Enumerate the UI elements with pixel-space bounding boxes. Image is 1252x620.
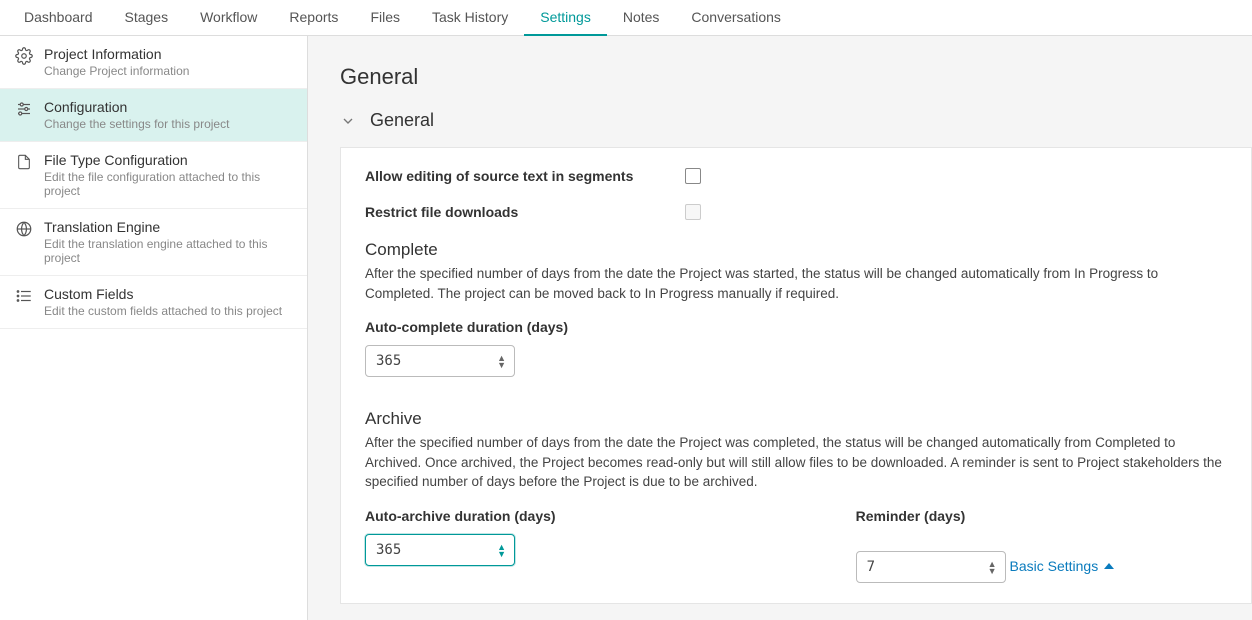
sidebar-item-custom-fields[interactable]: Custom Fields Edit the custom fields att…	[0, 276, 307, 329]
row-restrict-downloads: Restrict file downloads	[365, 204, 1227, 220]
restrict-downloads-label: Restrict file downloads	[365, 204, 685, 220]
archive-description: After the specified number of days from …	[365, 433, 1227, 492]
globe-icon	[12, 220, 36, 238]
reminder-days-value: 7	[867, 559, 875, 575]
settings-sidebar: Project Information Change Project infor…	[0, 36, 308, 620]
page-title: General	[340, 64, 1252, 90]
auto-complete-duration-value: 365	[376, 353, 401, 369]
spinner-arrows-icon[interactable]: ▲▼	[497, 354, 506, 368]
chevron-down-icon	[340, 113, 356, 129]
tab-settings[interactable]: Settings	[524, 0, 607, 36]
section-header-general[interactable]: General	[340, 110, 1252, 131]
auto-complete-duration-input[interactable]: 365 ▲▼	[365, 345, 515, 377]
sidebar-item-title: Translation Engine	[44, 219, 295, 235]
sidebar-item-configuration[interactable]: Configuration Change the settings for th…	[0, 89, 307, 142]
spinner-arrows-icon[interactable]: ▲▼	[497, 543, 506, 557]
auto-archive-duration-value: 365	[376, 542, 401, 558]
row-allow-edit: Allow editing of source text in segments	[365, 168, 1227, 184]
basic-settings-label: Basic Settings	[1009, 558, 1098, 574]
sliders-icon	[12, 100, 36, 118]
tab-dashboard[interactable]: Dashboard	[8, 0, 109, 36]
list-icon	[12, 287, 36, 305]
reminder-days-label: Reminder (days)	[856, 508, 1115, 524]
sidebar-item-subtitle: Change Project information	[44, 64, 189, 78]
tab-workflow[interactable]: Workflow	[184, 0, 273, 36]
gear-icon	[12, 47, 36, 65]
tab-files[interactable]: Files	[354, 0, 416, 36]
tab-task-history[interactable]: Task History	[416, 0, 524, 36]
main-content: General General Allow editing of source …	[308, 36, 1252, 620]
complete-description: After the specified number of days from …	[365, 264, 1227, 303]
sidebar-item-subtitle: Edit the custom fields attached to this …	[44, 304, 282, 318]
sidebar-item-translation-engine[interactable]: Translation Engine Edit the translation …	[0, 209, 307, 276]
reminder-days-input[interactable]: 7 ▲▼	[856, 551, 1006, 583]
sidebar-item-subtitle: Edit the translation engine attached to …	[44, 237, 295, 265]
auto-archive-duration-label: Auto-archive duration (days)	[365, 508, 556, 524]
tab-conversations[interactable]: Conversations	[675, 0, 797, 36]
spinner-arrows-icon[interactable]: ▲▼	[988, 560, 997, 574]
tab-notes[interactable]: Notes	[607, 0, 676, 36]
general-card: Allow editing of source text in segments…	[340, 147, 1252, 604]
sidebar-item-title: Configuration	[44, 99, 229, 115]
sidebar-item-subtitle: Edit the file configuration attached to …	[44, 170, 295, 198]
restrict-downloads-checkbox[interactable]	[685, 204, 701, 220]
section-title: General	[370, 110, 434, 131]
sidebar-item-subtitle: Change the settings for this project	[44, 117, 229, 131]
archive-heading: Archive	[365, 409, 1227, 429]
sidebar-item-file-type-configuration[interactable]: File Type Configuration Edit the file co…	[0, 142, 307, 209]
file-icon	[12, 153, 36, 171]
top-nav: Dashboard Stages Workflow Reports Files …	[0, 0, 1252, 36]
auto-complete-duration-label: Auto-complete duration (days)	[365, 319, 1227, 335]
caret-up-icon	[1104, 563, 1114, 569]
sidebar-item-project-information[interactable]: Project Information Change Project infor…	[0, 36, 307, 89]
allow-edit-checkbox[interactable]	[685, 168, 701, 184]
sidebar-item-title: Project Information	[44, 46, 189, 62]
tab-stages[interactable]: Stages	[109, 0, 185, 36]
allow-edit-label: Allow editing of source text in segments	[365, 168, 685, 184]
basic-settings-toggle[interactable]: Basic Settings	[1009, 558, 1114, 574]
sidebar-item-title: File Type Configuration	[44, 152, 295, 168]
auto-archive-duration-input[interactable]: 365 ▲▼	[365, 534, 515, 566]
complete-heading: Complete	[365, 240, 1227, 260]
tab-reports[interactable]: Reports	[273, 0, 354, 36]
sidebar-item-title: Custom Fields	[44, 286, 282, 302]
